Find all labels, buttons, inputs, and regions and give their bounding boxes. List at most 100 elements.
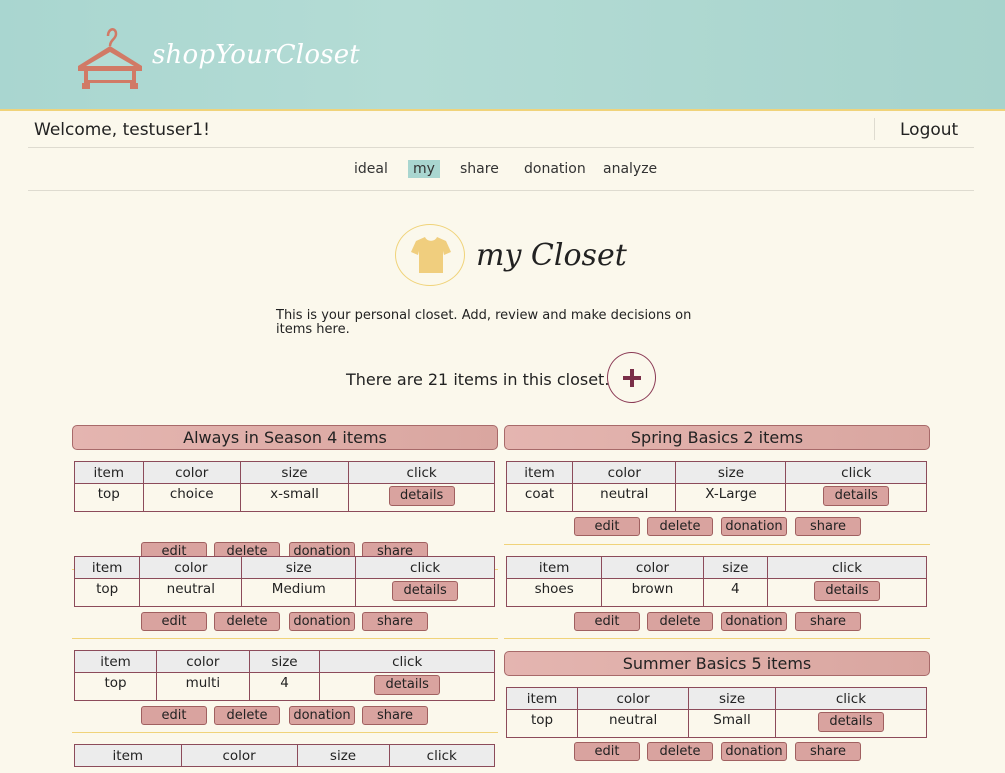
col-header-item: item: [73, 556, 141, 579]
col-header-size: size: [702, 556, 769, 579]
item-table: item color size click shoes brown 4 deta…: [505, 556, 927, 607]
plus-icon-stroke: [630, 369, 634, 387]
item-count: There are 21 items in this closet.: [346, 370, 610, 389]
col-header-color: color: [156, 650, 250, 673]
col-header-color: color: [142, 461, 241, 484]
cell-item: shoes: [505, 578, 603, 607]
details-button[interactable]: details: [814, 581, 881, 601]
details-button[interactable]: details: [817, 712, 884, 732]
cell-click: details: [319, 672, 495, 701]
edit-button[interactable]: edit: [574, 612, 640, 631]
welcome-text: Welcome, testuser1!: [34, 120, 210, 140]
share-button[interactable]: share: [362, 612, 428, 631]
item-table: item color size click top neutral Medium…: [73, 556, 495, 607]
donation-button[interactable]: donation: [721, 517, 787, 536]
item-card: item color size click coat neutral X-Lar…: [504, 450, 930, 545]
cell-color: neutral: [572, 483, 677, 512]
table-row: coat neutral X-Large details: [505, 483, 927, 512]
donation-button[interactable]: donation: [289, 706, 355, 725]
table-row: shoes brown 4 details: [505, 578, 927, 607]
category-column-left: Always in Season 4 items item color size…: [72, 425, 498, 570]
share-button[interactable]: share: [795, 517, 861, 536]
category-header[interactable]: Summer Basics 5 items: [504, 651, 930, 676]
col-header-click: click: [774, 687, 928, 710]
delete-button[interactable]: delete: [214, 706, 280, 725]
nav-my[interactable]: my: [408, 160, 440, 178]
details-button[interactable]: details: [374, 675, 441, 695]
share-button[interactable]: share: [362, 706, 428, 725]
col-header-size: size: [239, 461, 350, 484]
cell-item: top: [73, 672, 158, 701]
nav-ideal[interactable]: ideal: [349, 160, 393, 178]
col-header-click: click: [767, 556, 927, 579]
details-button[interactable]: details: [392, 581, 459, 601]
col-header-color: color: [601, 556, 704, 579]
closet-nav: ideal my share donation analyze: [28, 148, 974, 191]
cell-color: multi: [156, 672, 250, 701]
hanger-icon[interactable]: [74, 22, 146, 92]
item-table: item color size click top neutral Small …: [505, 687, 928, 738]
item-table: item color size click: [74, 744, 495, 767]
col-header-item: item: [505, 556, 603, 579]
donation-button[interactable]: donation: [721, 742, 787, 761]
item-card: item color size click: [74, 744, 495, 773]
item-table: item color size click coat neutral X-Lar…: [505, 461, 927, 512]
item-card: item color size click top multi 4 detail…: [72, 639, 498, 734]
cell-click: details: [355, 578, 495, 607]
brand-name[interactable]: shopYourCloset: [152, 40, 360, 70]
col-header-item: item: [505, 461, 574, 484]
item-table: item color size click top multi 4 detail…: [73, 650, 495, 701]
logout-link[interactable]: Logout: [900, 120, 958, 140]
category-header[interactable]: Always in Season 4 items: [72, 425, 498, 450]
col-header-size: size: [688, 687, 776, 710]
delete-button[interactable]: delete: [647, 742, 713, 761]
tshirt-icon: [395, 224, 465, 286]
cell-color: neutral: [139, 578, 243, 607]
nav-share[interactable]: share: [455, 160, 504, 178]
cell-color: choice: [142, 483, 241, 512]
details-button[interactable]: details: [388, 486, 455, 506]
delete-button[interactable]: delete: [647, 612, 713, 631]
edit-button[interactable]: edit: [141, 612, 207, 631]
divider: [504, 638, 930, 639]
table-row: top neutral Medium details: [73, 578, 495, 607]
cell-size: 4: [248, 672, 321, 701]
edit-button[interactable]: edit: [574, 517, 640, 536]
col-header-color: color: [139, 556, 243, 579]
table-row: top choice x-small details: [74, 483, 495, 512]
col-header-size: size: [675, 461, 787, 484]
edit-button[interactable]: edit: [141, 706, 207, 725]
cell-color: brown: [601, 578, 704, 607]
nav-donation[interactable]: donation: [519, 160, 591, 178]
col-header-item: item: [74, 744, 182, 767]
col-header-item: item: [74, 461, 144, 484]
welcome-bar: Welcome, testuser1! Logout: [28, 112, 974, 148]
table-row: top multi 4 details: [73, 672, 495, 701]
add-item-button[interactable]: [607, 352, 656, 403]
cell-color: neutral: [577, 709, 690, 738]
table-row: top neutral Small details: [505, 709, 928, 738]
category-header[interactable]: Spring Basics 2 items: [504, 425, 930, 450]
site-header: shopYourCloset: [0, 0, 1005, 111]
page-title: my Closet: [476, 238, 627, 273]
item-card: item color size click top choice x-small…: [72, 450, 498, 570]
cell-click: details: [767, 578, 927, 607]
col-header-click: click: [785, 461, 927, 484]
delete-button[interactable]: delete: [647, 517, 713, 536]
col-header-color: color: [180, 744, 298, 767]
details-button[interactable]: details: [823, 486, 890, 506]
col-header-click: click: [348, 461, 495, 484]
edit-button[interactable]: edit: [574, 742, 640, 761]
delete-button[interactable]: delete: [214, 612, 280, 631]
nav-analyze[interactable]: analyze: [598, 160, 662, 178]
share-button[interactable]: share: [795, 612, 861, 631]
share-button[interactable]: share: [795, 742, 861, 761]
col-header-size: size: [241, 556, 357, 579]
col-header-size: size: [248, 650, 321, 673]
donation-button[interactable]: donation: [721, 612, 787, 631]
donation-button[interactable]: donation: [289, 612, 355, 631]
item-card: item color size click top neutral Medium…: [72, 545, 498, 640]
col-header-click: click: [355, 556, 495, 579]
col-header-size: size: [296, 744, 390, 767]
cell-click: details: [774, 709, 928, 738]
